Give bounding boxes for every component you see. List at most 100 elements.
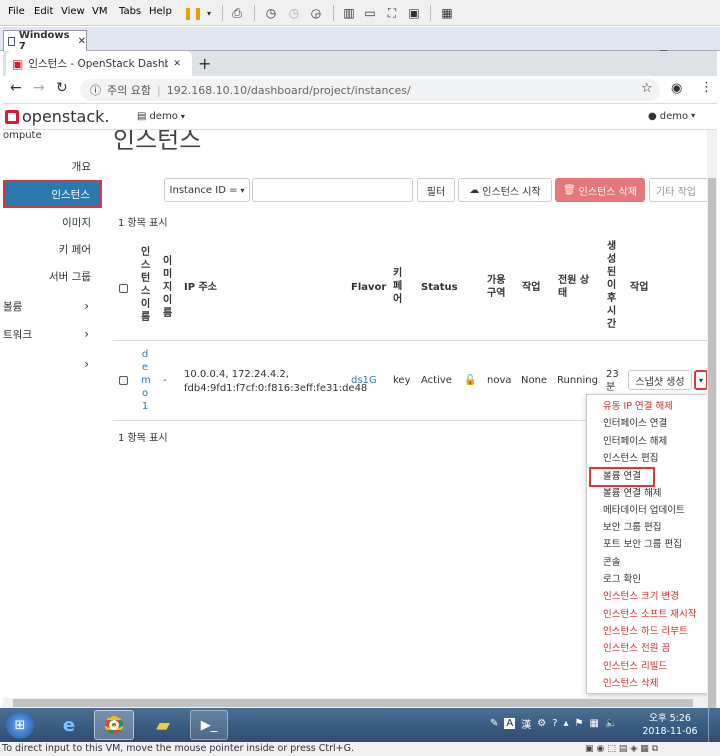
flavor-link[interactable]: ds1G: [351, 374, 377, 387]
dropdown-item[interactable]: 인스턴스 리빌드: [603, 661, 667, 673]
info-icon[interactable]: ⓘ: [90, 82, 101, 98]
dropdown-item[interactable]: 인스턴스 크기 변경: [603, 591, 679, 603]
header-availability-zone[interactable]: 가용구역: [487, 274, 509, 300]
filter-input[interactable]: [252, 178, 413, 202]
menu-view[interactable]: View: [61, 6, 85, 17]
user-menu[interactable]: ● demo ▾: [648, 111, 695, 122]
header-age[interactable]: 생성된이후시간: [607, 240, 616, 331]
menu-tabs[interactable]: Tabs: [119, 6, 141, 17]
chrome-taskbar-icon[interactable]: [94, 710, 134, 740]
snapshot-manager-icon[interactable]: ◶: [307, 4, 325, 22]
language-icon[interactable]: ✎: [490, 718, 498, 729]
device-status-icons[interactable]: ▣◉⬚▤◈▦⧉: [585, 742, 661, 756]
address-bar[interactable]: ⓘ 주의 요함 | 192.168.10.10/dashboard/projec…: [80, 79, 660, 101]
ime-settings-icon[interactable]: ⚙: [537, 718, 546, 729]
filter-field-select[interactable]: Instance ID = ▾: [164, 178, 250, 202]
header-keypair[interactable]: 키페어: [393, 267, 402, 306]
header-instance-name[interactable]: 인스턴스이름: [141, 246, 150, 324]
network-icon[interactable]: ▦: [590, 718, 599, 729]
dropdown-item[interactable]: 유동 IP 연결 해제: [603, 401, 673, 413]
vertical-scrollbar[interactable]: [707, 130, 717, 708]
sidebar-section-compute[interactable]: ompute: [3, 130, 103, 141]
horizontal-scrollbar[interactable]: [3, 698, 707, 708]
fullscreen-icon[interactable]: ⛶: [383, 4, 401, 22]
dropdown-item[interactable]: 메타데이터 업데이트: [603, 505, 685, 517]
internet-explorer-icon[interactable]: e: [52, 712, 86, 738]
instance-name-link[interactable]: demo1: [141, 348, 151, 413]
header-flavor[interactable]: Flavor: [351, 281, 386, 294]
sidebar-group-volumes[interactable]: 볼륨 ›: [3, 294, 103, 318]
horizontal-scrollbar-thumb[interactable]: [13, 699, 693, 707]
sidebar-group-more[interactable]: ›: [3, 352, 103, 376]
reload-icon[interactable]: ↻: [56, 80, 68, 96]
clock[interactable]: 오후 5:26 2018-11-06: [640, 712, 700, 738]
delete-instances-button[interactable]: 🗑 인스턴스 삭제: [555, 178, 645, 202]
action-center-icon[interactable]: ⚑: [575, 718, 584, 729]
ime-mode[interactable]: A: [504, 718, 516, 729]
header-status[interactable]: Status: [421, 281, 458, 294]
close-icon[interactable]: ✕: [78, 36, 86, 47]
dropdown-item[interactable]: 인터페이스 해제: [603, 436, 667, 448]
sidebar-group-network[interactable]: 트워크 ›: [3, 322, 103, 346]
dropdown-item[interactable]: 로그 확인: [603, 574, 641, 586]
vm-tab[interactable]: Windows 7 ✕: [3, 30, 87, 52]
console-view-icon[interactable]: ▭: [361, 4, 379, 22]
new-tab-icon[interactable]: +: [198, 54, 211, 73]
sidebar-item-images[interactable]: 이미지: [3, 210, 103, 234]
bookmark-star-icon[interactable]: ☆: [641, 81, 653, 96]
revert-snapshot-icon[interactable]: ◷: [285, 4, 303, 22]
dropdown-item[interactable]: 인스턴스 전원 끔: [603, 643, 670, 655]
ime-hanja[interactable]: 漢: [521, 716, 531, 731]
send-keys-icon[interactable]: ⎙: [228, 4, 246, 22]
dropdown-item[interactable]: 인스턴스 하드 리부트: [603, 626, 688, 638]
chevron-down-icon[interactable]: ▾: [200, 4, 218, 22]
dropdown-item[interactable]: 볼륨 연결 해제: [603, 488, 661, 500]
project-selector[interactable]: ▤ demo ▾: [137, 111, 185, 122]
more-actions-button[interactable]: 기타 작업: [649, 178, 709, 202]
menu-help[interactable]: Help: [149, 6, 172, 17]
create-snapshot-button[interactable]: 스냅샷 생성: [628, 370, 692, 390]
sidebar-item-keypairs[interactable]: 키 페어: [3, 237, 103, 261]
dropdown-item[interactable]: 포트 보안 그룹 편집: [603, 539, 682, 551]
sidebar-item-overview[interactable]: 개요: [3, 154, 103, 178]
menu-kebab-icon[interactable]: ⋮: [700, 80, 713, 95]
dropdown-item[interactable]: 보안 그룹 편집: [603, 522, 661, 534]
view-options-icon[interactable]: ▦: [438, 4, 456, 22]
select-all-checkbox[interactable]: [119, 284, 128, 293]
sidebar-view-icon[interactable]: ▥: [340, 4, 358, 22]
header-image-name[interactable]: 이미지이름: [163, 255, 172, 320]
dropdown-item[interactable]: 인스턴스 삭제: [603, 678, 658, 690]
sidebar-item-server-groups[interactable]: 서버 그룹: [3, 264, 103, 288]
menu-file[interactable]: File: [8, 6, 25, 17]
launch-instance-button[interactable]: ☁ 인스턴스 시작: [458, 178, 552, 202]
dropdown-item-attach-volume[interactable]: 볼륨 연결: [589, 467, 655, 488]
explorer-folder-icon[interactable]: ▰: [146, 712, 180, 738]
profile-icon[interactable]: ◉: [671, 81, 682, 96]
actions-dropdown-toggle[interactable]: ▾: [694, 370, 708, 390]
menu-vm[interactable]: VM: [92, 6, 107, 17]
tray-expand-icon[interactable]: ▴: [564, 718, 569, 729]
browser-tab[interactable]: ▣ 인스턴스 - OpenStack Dashboa ✕: [6, 51, 192, 76]
sidebar-item-instances[interactable]: 인스턴스: [3, 180, 102, 208]
back-icon[interactable]: ←: [10, 80, 22, 96]
volume-icon[interactable]: 🔈: [605, 718, 617, 729]
filter-button[interactable]: 필터: [417, 178, 455, 202]
unity-icon[interactable]: ▣: [405, 4, 423, 22]
dropdown-item[interactable]: 인터페이스 연결: [603, 418, 667, 430]
close-tab-icon[interactable]: ✕: [173, 59, 181, 69]
dropdown-item[interactable]: 콘솔: [603, 557, 620, 569]
help-icon[interactable]: ?: [552, 718, 557, 729]
dropdown-item[interactable]: 인스턴스 편집: [603, 453, 658, 465]
dropdown-item[interactable]: 인스턴스 소프트 재시작: [603, 609, 696, 621]
start-button-icon[interactable]: ⊞: [6, 711, 34, 739]
header-task[interactable]: 작업: [522, 281, 540, 294]
header-power-state[interactable]: 전원 상태: [558, 274, 594, 300]
snapshot-icon[interactable]: ◷: [262, 4, 280, 22]
header-ip[interactable]: IP 주소: [184, 281, 217, 294]
openstack-logo[interactable]: openstack.: [5, 107, 110, 126]
show-desktop-button[interactable]: [708, 708, 720, 742]
row-checkbox[interactable]: [119, 376, 128, 385]
forward-icon[interactable]: →: [33, 80, 45, 96]
terminal-taskbar-icon[interactable]: ▶_: [190, 710, 228, 740]
scrollbar-thumb[interactable]: [708, 178, 716, 708]
